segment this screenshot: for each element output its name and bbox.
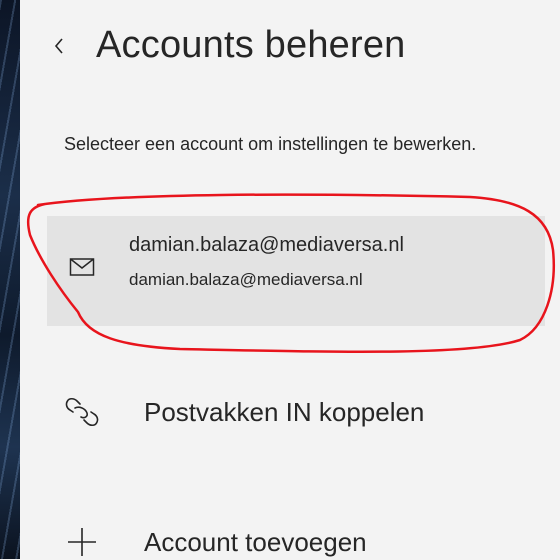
instructions-text: Selecteer een account om instellingen te… xyxy=(64,134,477,154)
link-inboxes-label: Postvakken IN koppelen xyxy=(144,396,425,427)
add-account-label: Account toevoegen xyxy=(144,526,367,557)
mail-icon xyxy=(69,256,95,278)
header: Accounts beheren xyxy=(44,24,406,67)
link-inboxes-button[interactable]: Postvakken IN koppelen xyxy=(64,394,424,430)
add-account-button[interactable]: Account toevoegen xyxy=(64,524,367,560)
account-display-name: damian.balaza@mediaversa.nl xyxy=(129,234,404,256)
link-inboxes-icon xyxy=(64,394,100,430)
account-item[interactable]: damian.balaza@mediaversa.nl damian.balaz… xyxy=(47,216,545,326)
page-title: Accounts beheren xyxy=(96,24,406,66)
back-arrow-icon[interactable] xyxy=(44,31,74,61)
account-email: damian.balaza@mediaversa.nl xyxy=(129,270,363,289)
desktop-background-strip xyxy=(0,0,20,559)
plus-icon xyxy=(64,524,100,560)
